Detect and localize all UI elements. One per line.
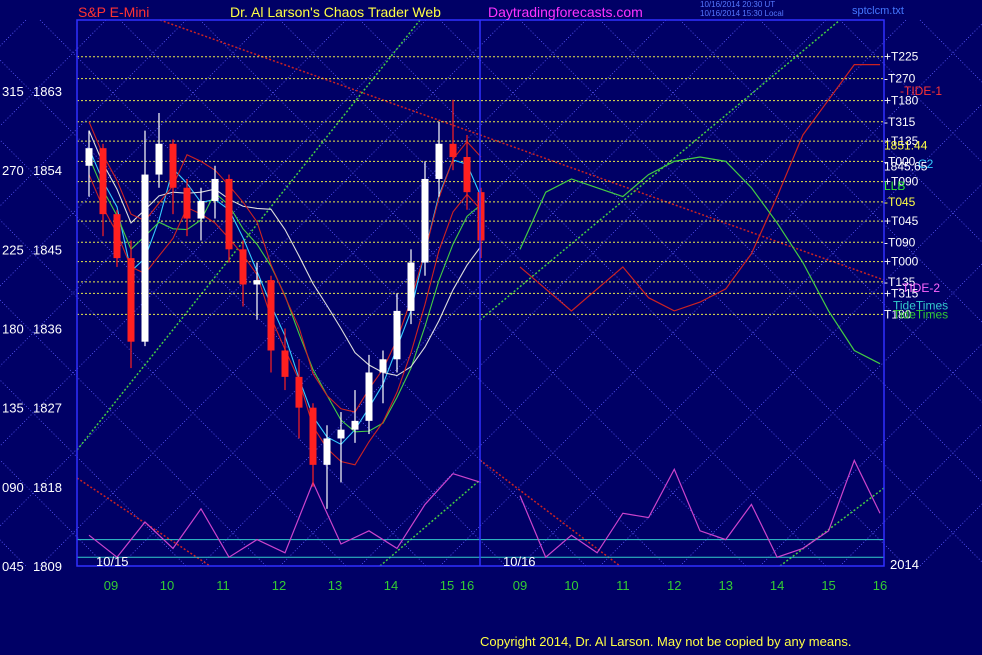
x-axis-hour-label: 12 bbox=[667, 578, 681, 593]
right-level-label: +T000 bbox=[884, 255, 919, 269]
x-axis-hour-label: 16 bbox=[460, 578, 474, 593]
x-axis-hour-label: 11 bbox=[216, 578, 230, 593]
price-bar-body bbox=[85, 148, 93, 166]
price-bar-body bbox=[337, 429, 345, 439]
right-level-label: LLB bbox=[884, 179, 905, 193]
right-level-label: TideTimes bbox=[893, 307, 948, 321]
price-bar-body bbox=[323, 438, 331, 465]
instrument-label: S&P E-Mini bbox=[78, 4, 149, 20]
price-bar-body bbox=[463, 156, 471, 193]
y-axis-price-label: 1809 bbox=[33, 559, 62, 574]
price-bar-body bbox=[99, 148, 107, 215]
y-axis-angle-label: 180 bbox=[2, 322, 24, 337]
y-axis-angle-label: 045 bbox=[2, 559, 24, 574]
tide-line-day2 bbox=[519, 458, 881, 559]
diagonal-green bbox=[779, 487, 885, 567]
diagonal-red bbox=[159, 19, 885, 281]
price-bar-body bbox=[127, 258, 135, 342]
price-bar-body bbox=[421, 178, 429, 263]
forecast-line bbox=[519, 64, 880, 312]
x-axis-hour-label: 13 bbox=[328, 578, 342, 593]
right-level-label: -T045 bbox=[884, 195, 916, 209]
y-axis-price-label: 1845 bbox=[33, 242, 62, 257]
timestamp-local: 10/16/2014 15:30 Local bbox=[700, 9, 784, 18]
y-axis-price-label: 1854 bbox=[33, 163, 62, 178]
y-axis-angle-label: 270 bbox=[2, 163, 24, 178]
right-level-label: +T045 bbox=[884, 214, 919, 228]
x-axis-hour-label: 13 bbox=[718, 578, 732, 593]
site-url[interactable]: Daytradingforecasts.com bbox=[488, 4, 643, 20]
y-axis-angle-label: 135 bbox=[2, 401, 24, 416]
x-axis-hour-label: 10 bbox=[160, 578, 174, 593]
diagonal-red bbox=[76, 477, 211, 567]
x-axis-hour-label: 10 bbox=[564, 578, 578, 593]
x-axis-hour-label: 09 bbox=[513, 578, 527, 593]
price-bar-body bbox=[351, 420, 359, 430]
right-level-label: 1851.44 bbox=[884, 139, 928, 153]
x-axis-hour-label: 15 bbox=[440, 578, 454, 593]
price-bar-body bbox=[211, 178, 219, 201]
y-axis-angle-label: 225 bbox=[2, 242, 24, 257]
day-label: 10/16 bbox=[503, 554, 536, 569]
x-axis-hour-label: 16 bbox=[873, 578, 887, 593]
price-bar-body bbox=[239, 249, 247, 285]
year-label: 2014 bbox=[890, 557, 919, 572]
right-level-label: -T315 bbox=[884, 115, 916, 129]
x-axis-hour-label: 11 bbox=[616, 578, 630, 593]
y-axis-price-label: 1863 bbox=[33, 84, 62, 99]
diagonal-green bbox=[479, 19, 841, 321]
copyright-notice: Copyright 2014, Dr. Al Larson. May not b… bbox=[480, 634, 851, 649]
day-label: 10/15 bbox=[96, 554, 129, 569]
right-level-label: +T180 bbox=[884, 94, 919, 108]
x-axis-hour-label: 12 bbox=[272, 578, 286, 593]
site-title: Dr. Al Larson's Chaos Trader Web bbox=[230, 4, 441, 20]
price-bar-body bbox=[253, 280, 261, 285]
price-bar-body bbox=[281, 350, 289, 377]
price-bar-body bbox=[449, 143, 457, 157]
price-bar-body bbox=[435, 143, 443, 179]
y-axis-price-label: 1827 bbox=[33, 401, 62, 416]
price-bar-body bbox=[379, 359, 387, 373]
price-bar-body bbox=[295, 376, 303, 408]
right-level-label: -T090 bbox=[884, 235, 916, 249]
y-axis-angle-label: 315 bbox=[2, 84, 24, 99]
price-bar-body bbox=[393, 310, 401, 360]
y-axis-angle-label: 090 bbox=[2, 480, 24, 495]
diagonal-green bbox=[379, 479, 481, 567]
right-level-label: +T225 bbox=[884, 50, 919, 64]
tide-line-day1 bbox=[88, 472, 482, 559]
tide-line bbox=[88, 458, 881, 559]
timestamp-ut: 10/16/2014 20:30 UT bbox=[700, 0, 775, 9]
price-bar-body bbox=[183, 187, 191, 219]
right-level-label: 1845.65 bbox=[884, 160, 928, 174]
price-bar-body bbox=[197, 200, 205, 219]
price-bar-body bbox=[365, 372, 373, 421]
price-bar-body bbox=[155, 143, 163, 175]
price-bar-body bbox=[477, 192, 485, 241]
chaos-trader-chart: 315 1863 270 1854 225 1845 180 1836 135 1827 090 18… bbox=[0, 0, 982, 649]
price-bar-body bbox=[113, 214, 121, 259]
x-axis-hour-label: 09 bbox=[104, 578, 118, 593]
chart-container: 315 1863 270 1854 225 1845 180 1836 135 1827 090 18… bbox=[0, 0, 982, 650]
x-axis-hour-label: 15 bbox=[821, 578, 835, 593]
price-bar-body bbox=[225, 178, 233, 250]
x-axis-hour-label: 14 bbox=[384, 578, 398, 593]
price-bar-body bbox=[407, 262, 415, 311]
y-axis-price-label: 1818 bbox=[33, 480, 62, 495]
price-bar-body bbox=[267, 280, 275, 351]
price-bar-body bbox=[141, 174, 149, 342]
y-axis-price-label: 1836 bbox=[33, 322, 62, 337]
data-file-tag: sptclcm.txt bbox=[852, 5, 904, 17]
price-bar-body bbox=[309, 407, 317, 465]
price-bar-body bbox=[169, 143, 177, 188]
x-axis-hour-label: 14 bbox=[770, 578, 784, 593]
